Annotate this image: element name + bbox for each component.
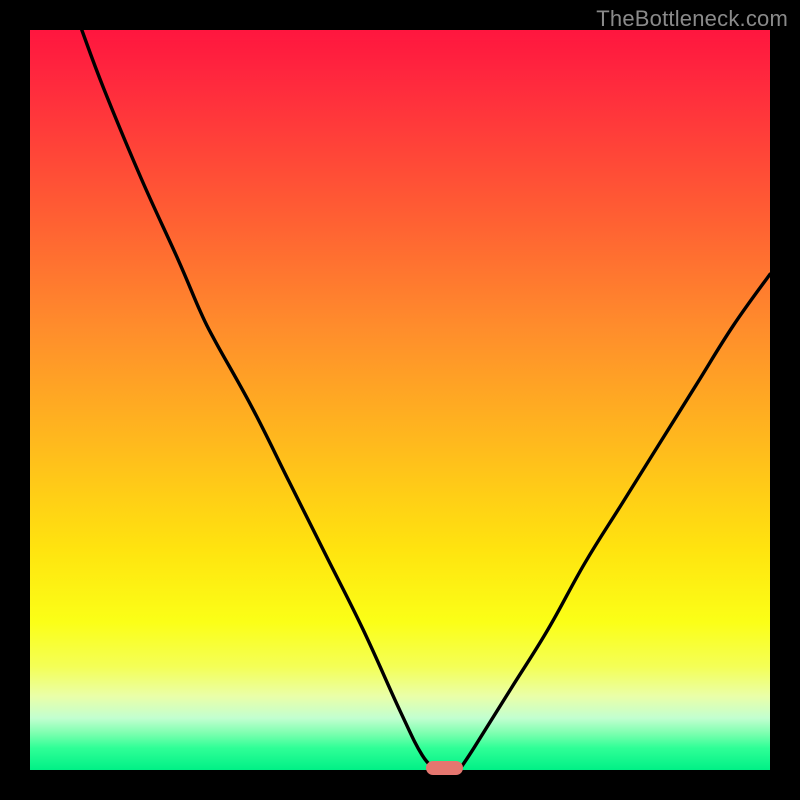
plot-area xyxy=(30,30,770,770)
bottleneck-curve xyxy=(30,30,770,770)
curve-path xyxy=(82,30,770,770)
attribution-text: TheBottleneck.com xyxy=(596,6,788,32)
optimal-marker xyxy=(426,761,463,775)
chart-frame: TheBottleneck.com xyxy=(0,0,800,800)
